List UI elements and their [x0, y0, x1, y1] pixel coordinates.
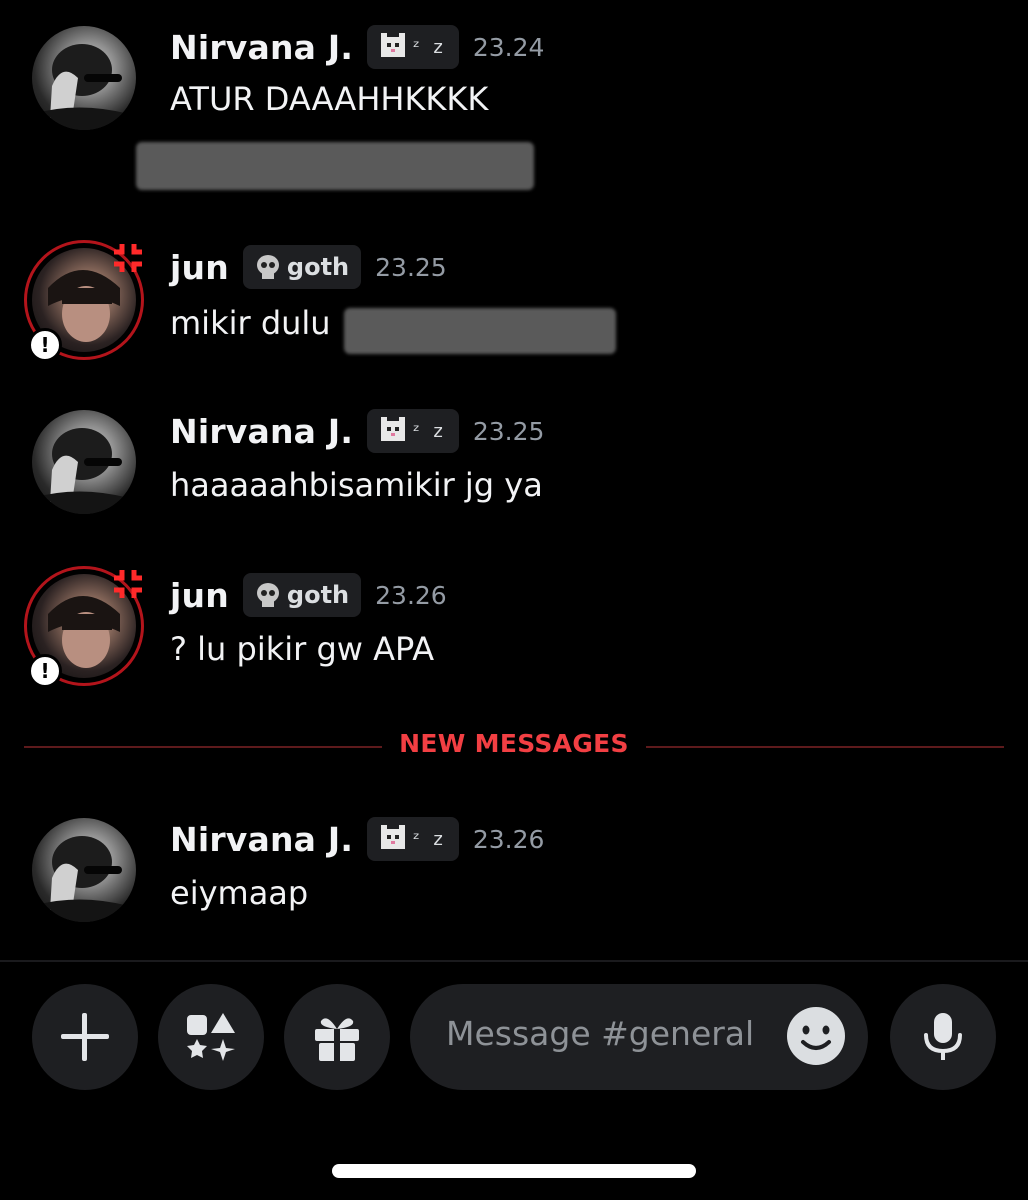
plus-icon	[61, 1013, 109, 1061]
alert-icon: !	[28, 328, 62, 362]
tag-text: ᶻ z	[413, 420, 447, 442]
username[interactable]: Nirvana J.	[170, 820, 353, 859]
tag-text: goth	[286, 253, 350, 281]
gift-icon	[315, 1018, 359, 1061]
gift-button[interactable]	[284, 984, 390, 1090]
redacted-text	[136, 142, 534, 190]
avatar-image	[32, 818, 136, 922]
clan-tag[interactable]: goth	[242, 573, 362, 617]
chat-screen: Nirvana J. ᶻ z 23.24 ATUR DAAAHHKKKK ! j…	[0, 0, 1028, 1200]
timestamp: 23.26	[375, 580, 447, 610]
timestamp: 23.25	[472, 416, 545, 446]
voice-message-button[interactable]	[890, 984, 996, 1090]
timestamp: 23.26	[472, 824, 545, 854]
pixel-cat-icon	[381, 33, 406, 57]
alert-icon: !	[28, 654, 62, 688]
message-header: jun goth 23.25	[170, 244, 447, 290]
new-messages-divider: NEW MESSAGES	[24, 729, 1004, 758]
avatar-photo-icon	[32, 44, 136, 130]
tag-text: goth	[286, 581, 350, 609]
emoji-icon[interactable]	[786, 1006, 846, 1066]
message-text: ATUR DAAAHHKKKK	[170, 80, 489, 118]
message-input[interactable]: Message #general	[410, 984, 868, 1090]
pixel-cat-icon	[381, 417, 406, 441]
skull-icon	[256, 255, 279, 279]
add-attachment-button[interactable]	[32, 984, 138, 1090]
avatar-nirvana[interactable]	[30, 24, 138, 132]
message-text: ? lu pikir gw APA	[170, 630, 435, 668]
message-header: Nirvana J. ᶻ z 23.24	[170, 24, 544, 70]
anger-symbol-icon	[114, 570, 142, 598]
message-header: jun goth 23.26	[170, 572, 447, 618]
timestamp: 23.24	[472, 32, 545, 62]
skull-icon	[256, 583, 279, 607]
message-header: Nirvana J. ᶻ z 23.25	[170, 408, 544, 454]
apps-button[interactable]	[158, 984, 264, 1090]
message-placeholder: Message #general	[446, 1014, 755, 1053]
new-messages-label: NEW MESSAGES	[399, 729, 629, 758]
message-header: Nirvana J. ᶻ z 23.26	[170, 816, 544, 862]
avatar-image	[32, 410, 136, 514]
tag-text: ᶻ z	[413, 36, 447, 58]
avatar-jun[interactable]: !	[24, 240, 144, 362]
username[interactable]: jun	[170, 576, 229, 615]
redacted-text	[344, 308, 616, 354]
message-text: eiymaap	[170, 874, 309, 912]
home-indicator[interactable]	[332, 1164, 696, 1178]
username[interactable]: Nirvana J.	[170, 28, 353, 67]
anger-symbol-icon	[114, 244, 142, 272]
avatar-photo-icon	[32, 836, 136, 922]
avatar-jun[interactable]: !	[24, 566, 144, 688]
username[interactable]: Nirvana J.	[170, 412, 353, 451]
divider-line	[24, 746, 382, 748]
composer-separator	[0, 960, 1028, 962]
timestamp: 23.25	[375, 252, 447, 282]
tag-text: ᶻ z	[413, 828, 447, 850]
avatar-nirvana[interactable]	[30, 408, 138, 516]
pixel-cat-icon	[381, 825, 406, 849]
avatar-image	[32, 26, 136, 130]
username[interactable]: jun	[170, 248, 229, 287]
apps-icon	[187, 1013, 235, 1061]
clan-tag[interactable]: ᶻ z	[367, 817, 459, 861]
clan-tag[interactable]: ᶻ z	[367, 409, 459, 453]
clan-tag[interactable]: goth	[242, 245, 362, 289]
message-text: haaaaahbisamikir jg ya	[170, 466, 543, 504]
avatar-photo-icon	[32, 428, 136, 514]
clan-tag[interactable]: ᶻ z	[367, 25, 459, 69]
divider-line	[646, 746, 1004, 748]
message-text: mikir dulu	[170, 304, 331, 342]
microphone-icon	[924, 1013, 962, 1060]
avatar-nirvana[interactable]	[30, 816, 138, 924]
